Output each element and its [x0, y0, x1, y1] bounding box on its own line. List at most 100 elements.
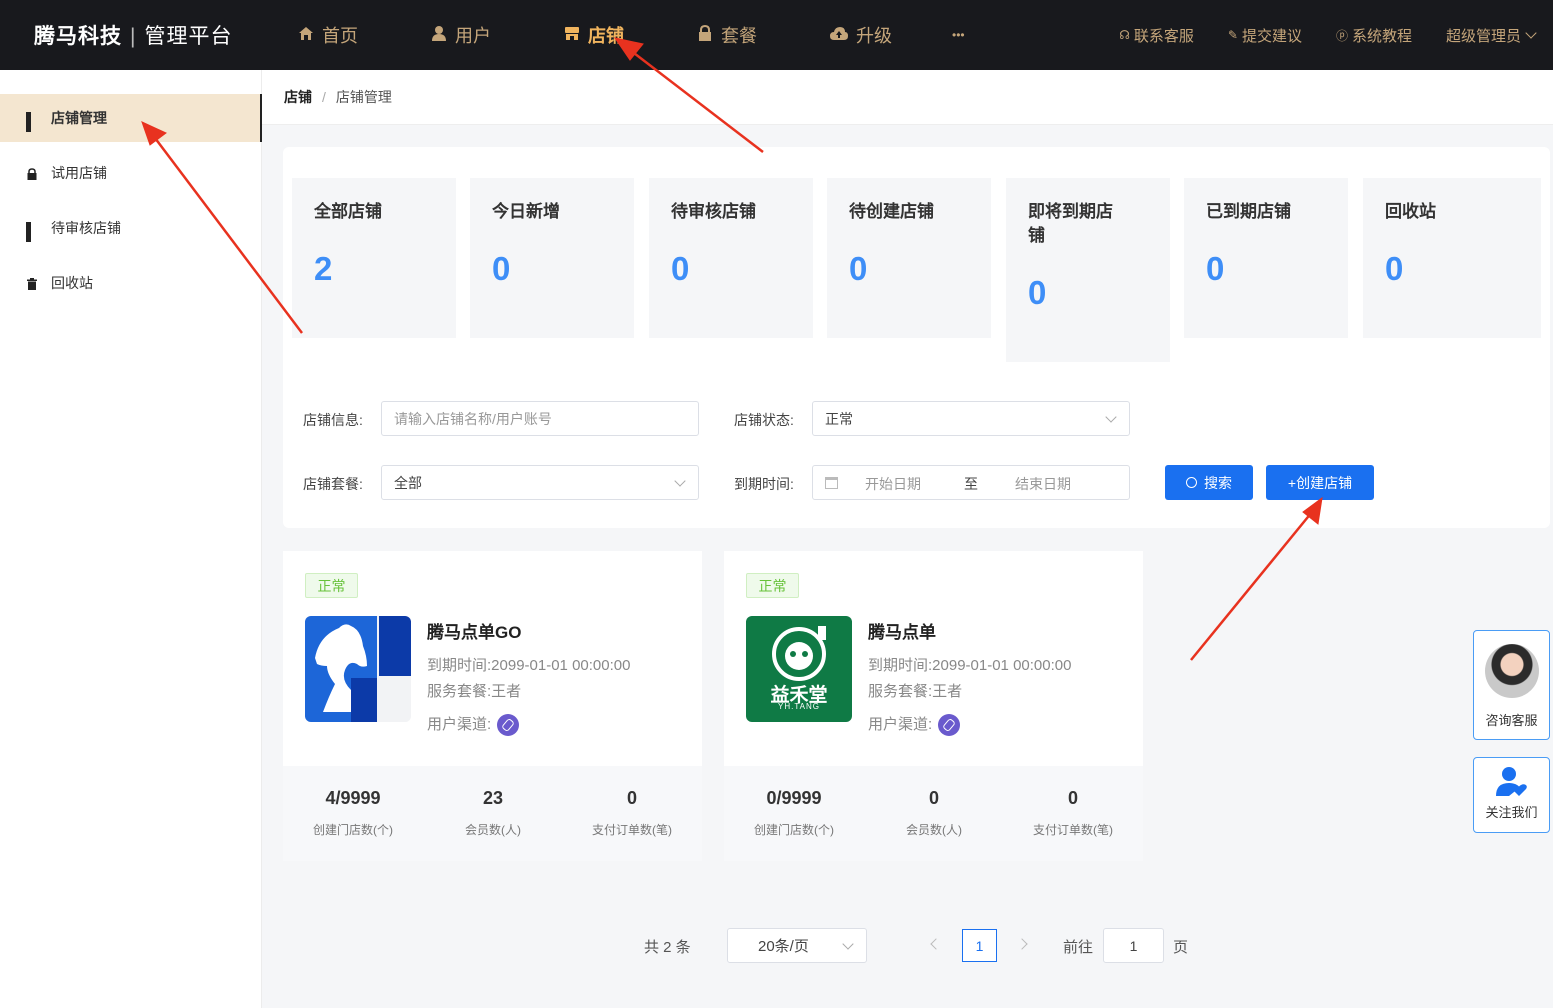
create-store-button[interactable]: +创建店铺 [1266, 465, 1374, 500]
tutorial-link[interactable]: ⓟ 系统教程 [1336, 25, 1412, 46]
start-date-input[interactable]: 开始日期 [865, 474, 921, 494]
nav-stores[interactable]: 店铺 [564, 22, 644, 48]
yhtang-logo: 益禾堂 YH.TANG [746, 616, 852, 722]
top-right-links: ☊ 联系客服 ✎ 提交建议 ⓟ 系统教程 超级管理员 [1085, 0, 1537, 70]
horse-logo [305, 616, 411, 722]
sidebar-item-store-management[interactable]: 店铺管理 [0, 94, 262, 142]
goto-page-input[interactable]: 1 [1103, 928, 1164, 963]
store-status-label: 店铺状态: [734, 412, 794, 428]
stat-expired[interactable]: 已到期店铺 0 [1184, 178, 1348, 338]
more-icon: ••• [952, 28, 965, 42]
end-date-input[interactable]: 结束日期 [1015, 474, 1071, 494]
store-name[interactable]: 腾马点单 [868, 618, 936, 643]
user-icon [431, 25, 447, 46]
nav-home[interactable]: 首页 [298, 22, 378, 48]
grid-icon [26, 222, 38, 242]
breadcrumb: 店铺 / 店铺管理 [262, 70, 1553, 125]
stat-today-new[interactable]: 今日新增 0 [470, 178, 634, 338]
store-expire: 到期时间:2099-01-01 00:00:00 [427, 657, 631, 674]
mini-program-icon[interactable] [497, 714, 520, 737]
store-stat-members: 0 会员数(人) [906, 788, 962, 837]
goto-label: 前往 [1063, 939, 1094, 956]
headset-icon: ☊ [1119, 28, 1130, 42]
avatar [1484, 644, 1539, 698]
store-card[interactable]: 正常 腾马点单GO 到期时间:2099-01-01 00:00:00 服务套餐:… [283, 551, 702, 861]
search-icon [1186, 477, 1197, 488]
stat-pending-create[interactable]: 待创建店铺 0 [827, 178, 991, 338]
store-card[interactable]: 正常 益禾堂 YH.TANG 腾马点单 到期时间:2099-01-01 00:0… [724, 551, 1143, 861]
store-overview-panel: 全部店铺 2 今日新增 0 待审核店铺 0 待创建店铺 0 即将到期店铺 0 已… [283, 147, 1550, 528]
page-size-select[interactable]: 20条/页 [727, 928, 867, 963]
trash-icon [26, 277, 38, 290]
store-stats: 4/9999 创建门店数(个) 23 会员数(人) 0 支付订单数(笔) [283, 766, 702, 861]
upgrade-icon [830, 25, 848, 46]
store-stat-members: 23 会员数(人) [465, 788, 521, 837]
submit-suggestion-link[interactable]: ✎ 提交建议 [1228, 25, 1302, 46]
expire-date-range[interactable]: 开始日期 至 结束日期 [812, 465, 1130, 500]
follow-us-button[interactable]: 关注我们 [1473, 757, 1550, 833]
store-package-label: 店铺套餐: [303, 476, 363, 492]
next-page-icon[interactable] [1016, 938, 1028, 950]
stat-expiring-soon[interactable]: 即将到期店铺 0 [1006, 178, 1170, 362]
nav-users[interactable]: 用户 [431, 22, 511, 48]
store-stat-orders: 0 支付订单数(笔) [1033, 788, 1113, 837]
pagination-total: 共 2 条 [644, 939, 691, 956]
store-status-select[interactable]: 正常 [812, 401, 1130, 436]
status-badge: 正常 [746, 573, 799, 598]
store-expire: 到期时间:2099-01-01 00:00:00 [868, 657, 1072, 674]
store-channel: 用户渠道: [427, 713, 520, 737]
store-stats: 0/9999 创建门店数(个) 0 会员数(人) 0 支付订单数(笔) [724, 766, 1143, 861]
date-range-separator: 至 [964, 476, 978, 492]
page-suffix: 页 [1173, 939, 1189, 956]
consult-service-button[interactable]: 咨询客服 [1473, 630, 1550, 740]
calendar-icon [825, 477, 838, 489]
search-button[interactable]: 搜索 [1165, 465, 1253, 500]
admin-menu[interactable]: 超级管理员 [1446, 25, 1537, 46]
breadcrumb-stores[interactable]: 店铺 [284, 87, 312, 107]
user-heart-icon [1495, 766, 1529, 798]
lock-icon [697, 24, 713, 46]
sidebar: 店铺管理 试用店铺 待审核店铺 回收站 [0, 70, 262, 1008]
prev-page-icon[interactable] [930, 938, 942, 950]
contact-service-link[interactable]: ☊ 联系客服 [1119, 25, 1194, 46]
store-stat-branches: 0/9999 创建门店数(个) [754, 788, 834, 837]
nav-packages[interactable]: 套餐 [697, 22, 777, 48]
stat-pending-review[interactable]: 待审核店铺 0 [649, 178, 813, 338]
grid-icon [26, 112, 38, 132]
stat-recycle-bin[interactable]: 回收站 0 [1363, 178, 1541, 338]
store-stat-orders: 0 支付订单数(笔) [592, 788, 672, 837]
nav-more[interactable]: ••• [952, 28, 992, 42]
nav-upgrade[interactable]: 升级 [830, 22, 910, 48]
sidebar-item-pending-review[interactable]: 待审核店铺 [0, 204, 262, 252]
help-icon: ⓟ [1335, 28, 1348, 43]
page-number-current[interactable]: 1 [962, 929, 997, 962]
chevron-down-icon [1105, 411, 1117, 423]
store-info-label: 店铺信息: [303, 412, 363, 428]
expire-time-label: 到期时间: [734, 476, 794, 492]
store-name[interactable]: 腾马点单GO [427, 618, 521, 643]
breadcrumb-store-management: 店铺管理 [335, 89, 392, 105]
top-navbar: 腾马科技 | 管理平台 首页 用户 店铺 套餐 升级 ••• ☊ 联系客服 ✎ 提交建议… [0, 0, 1553, 70]
edit-icon: ✎ [1227, 28, 1238, 42]
brand: 腾马科技 | 管理平台 [34, 20, 232, 50]
brand-name: 腾马科技 [34, 25, 122, 48]
brand-separator: | [130, 25, 137, 48]
breadcrumb-separator: / [322, 89, 326, 105]
store-icon [564, 25, 580, 46]
lock-icon [26, 167, 38, 180]
store-channel: 用户渠道: [868, 713, 961, 737]
brand-subtitle: 管理平台 [144, 25, 233, 48]
home-icon [298, 25, 314, 46]
chevron-down-icon [842, 938, 854, 950]
sidebar-item-recycle-bin[interactable]: 回收站 [0, 259, 262, 307]
chevron-down-icon [674, 475, 686, 487]
chevron-down-icon [1525, 27, 1537, 39]
store-package-select[interactable]: 全部 [381, 465, 699, 500]
store-stat-branches: 4/9999 创建门店数(个) [313, 788, 393, 837]
stat-all-stores[interactable]: 全部店铺 2 [292, 178, 456, 338]
status-badge: 正常 [305, 573, 358, 598]
mini-program-icon[interactable] [938, 714, 961, 737]
store-info-input[interactable]: 请输入店铺名称/用户账号 [381, 401, 699, 436]
store-package: 服务套餐:王者 [868, 683, 963, 700]
sidebar-item-trial-stores[interactable]: 试用店铺 [0, 149, 262, 197]
